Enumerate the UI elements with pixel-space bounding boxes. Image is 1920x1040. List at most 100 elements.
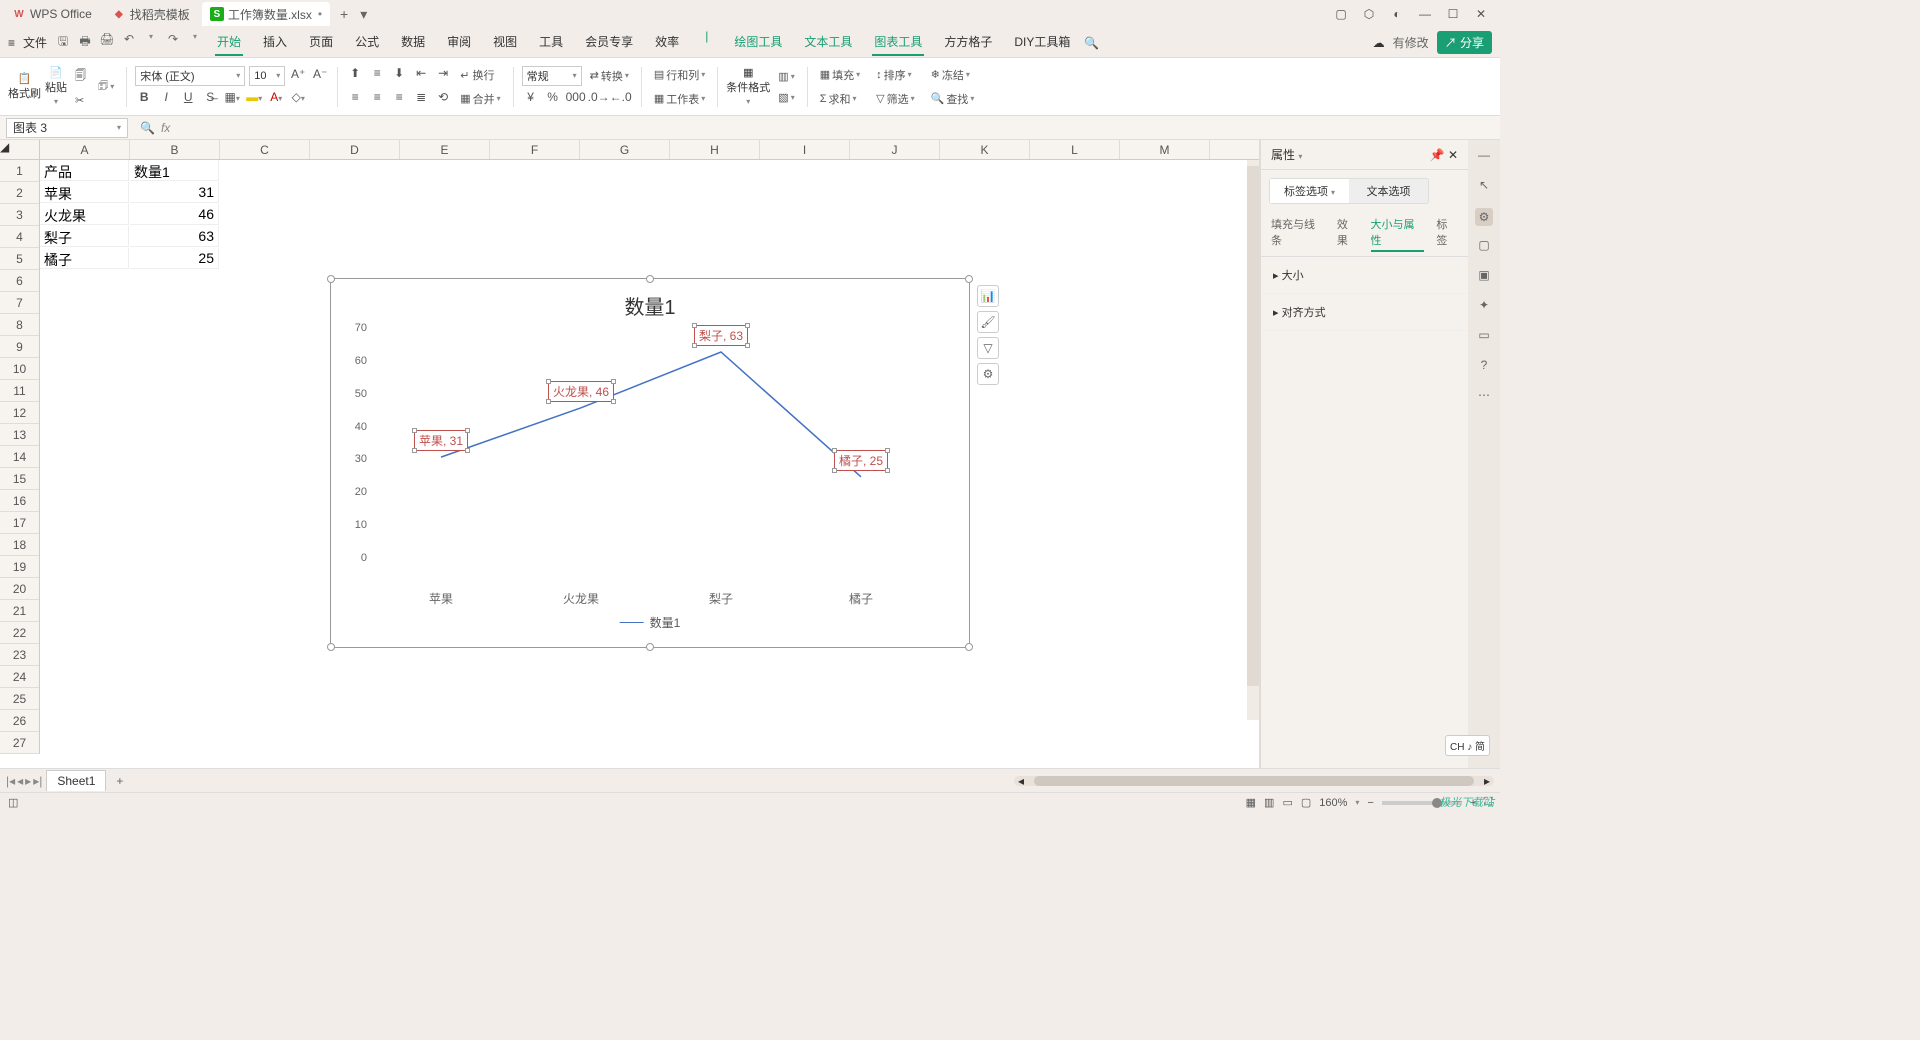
row-header-3[interactable]: 3	[0, 204, 39, 226]
comma[interactable]: 000	[566, 90, 584, 108]
redo-more[interactable]: ▾	[187, 32, 203, 53]
fill-button[interactable]: ▦ 填充▾	[816, 65, 864, 85]
tab-view[interactable]: 视图	[491, 29, 519, 56]
row-header-5[interactable]: 5	[0, 248, 39, 270]
row-header-22[interactable]: 22	[0, 622, 39, 644]
status-icon[interactable]: ◫	[8, 796, 18, 809]
cell-A4[interactable]: 梨子	[40, 226, 129, 247]
col-header-F[interactable]: F	[490, 140, 580, 159]
col-header-L[interactable]: L	[1030, 140, 1120, 159]
cell-A2[interactable]: 苹果	[40, 182, 129, 203]
sparkle-icon[interactable]: ✦	[1475, 298, 1493, 316]
col-header-G[interactable]: G	[580, 140, 670, 159]
chart-plot[interactable]: 010203040506070苹果火龙果梨子橘子苹果, 31火龙果, 46梨子,…	[371, 329, 949, 587]
properties-icon[interactable]: ⚙	[1475, 208, 1493, 226]
cell-B4[interactable]: 63	[130, 226, 219, 247]
cut-button[interactable]: ✂	[71, 92, 90, 109]
cell-A5[interactable]: 橘子	[40, 248, 129, 269]
cond-format-button[interactable]: ▦条件格式▾	[726, 66, 770, 107]
row-header-27[interactable]: 27	[0, 732, 39, 754]
app-tab-template[interactable]: ◆ 找稻壳模板	[104, 2, 198, 26]
row-header-19[interactable]: 19	[0, 556, 39, 578]
filter-button[interactable]: ▽ 筛选▾	[872, 89, 918, 109]
underline-button[interactable]: U	[179, 90, 197, 108]
chart-legend[interactable]: 数量1	[620, 614, 681, 631]
tab-draw-tools[interactable]: 绘图工具	[732, 29, 784, 56]
align-bottom[interactable]: ⬇	[390, 66, 408, 84]
view-normal-icon[interactable]: ▦	[1246, 796, 1256, 809]
subtab-effect[interactable]: 效果	[1337, 216, 1359, 252]
data-label[interactable]: 梨子, 63	[694, 325, 748, 346]
chart-title[interactable]: 数量1	[331, 291, 969, 320]
sheet-tab-1[interactable]: Sheet1	[46, 770, 106, 791]
indent-inc[interactable]: ⇥	[434, 66, 452, 84]
col-header-E[interactable]: E	[400, 140, 490, 159]
align-left[interactable]: ≡	[346, 90, 364, 108]
row-header-14[interactable]: 14	[0, 446, 39, 468]
tab-start[interactable]: 开始	[215, 29, 243, 56]
rowcol-button[interactable]: ▤ 行和列▾	[650, 65, 709, 85]
fx-zoom-icon[interactable]: 🔍	[140, 121, 155, 135]
more-icon[interactable]: ⋯	[1475, 388, 1493, 406]
sheet-area[interactable]: ◢ ABCDEFGHIJKLM 123456789101112131415161…	[0, 140, 1260, 768]
worksheet-button[interactable]: ▦ 工作表▾	[650, 89, 709, 109]
percent[interactable]: %	[544, 90, 562, 108]
indent-dec[interactable]: ⇤	[412, 66, 430, 84]
row-header-6[interactable]: 6	[0, 270, 39, 292]
share-button[interactable]: ↗ 分享	[1437, 31, 1492, 54]
tab-menu-button[interactable]: ▾	[354, 6, 373, 23]
row-header-15[interactable]: 15	[0, 468, 39, 490]
col-header-M[interactable]: M	[1120, 140, 1210, 159]
tab-add-button[interactable]: +	[334, 6, 354, 22]
select-all-corner[interactable]: ◢	[0, 140, 40, 160]
chart-filter-icon[interactable]: ▽	[977, 337, 999, 359]
zoom-out[interactable]: −	[1367, 797, 1373, 809]
dec-dec[interactable]: ←.0	[610, 90, 628, 108]
tab-diy[interactable]: DIY工具箱	[1012, 29, 1072, 56]
sort-button[interactable]: ↕ 排序▾	[872, 65, 918, 85]
horizontal-scrollbar[interactable]: ◂▸	[1014, 776, 1494, 786]
fill-color-button[interactable]: ◇▾	[289, 90, 307, 108]
tab-efficiency[interactable]: 效率	[653, 29, 681, 56]
highlight-button[interactable]: ▬▾	[245, 90, 263, 108]
number-format[interactable]: 常规▾	[522, 66, 582, 86]
zoom-level[interactable]: 160%	[1319, 797, 1347, 809]
data-label[interactable]: 橘子, 25	[834, 450, 888, 471]
font-decrease[interactable]: A⁻	[311, 67, 329, 85]
row-header-24[interactable]: 24	[0, 666, 39, 688]
row-header-11[interactable]: 11	[0, 380, 39, 402]
tab-formula[interactable]: 公式	[353, 29, 381, 56]
col-header-I[interactable]: I	[760, 140, 850, 159]
select-tool-icon[interactable]: ↖	[1475, 178, 1493, 196]
file-menu[interactable]: 文件	[23, 34, 47, 51]
cell-B2[interactable]: 31	[130, 182, 219, 203]
subtab-fill[interactable]: 填充与线条	[1271, 216, 1325, 252]
row-header-16[interactable]: 16	[0, 490, 39, 512]
subtab-label[interactable]: 标签	[1436, 216, 1458, 252]
row-header-1[interactable]: 1	[0, 160, 39, 182]
align-middle[interactable]: ≡	[368, 66, 386, 84]
cell-A3[interactable]: 火龙果	[40, 204, 129, 225]
undo-more[interactable]: ▾	[143, 32, 159, 53]
strike-button[interactable]: S̶	[201, 90, 219, 108]
col-header-H[interactable]: H	[670, 140, 760, 159]
view-break-icon[interactable]: ▭	[1282, 796, 1292, 809]
dec-inc[interactable]: .0→	[588, 90, 606, 108]
cloud-icon[interactable]: ☁	[1373, 36, 1385, 50]
avatar-icon[interactable]: ◐	[1388, 7, 1406, 21]
row-header-7[interactable]: 7	[0, 292, 39, 314]
row-header-4[interactable]: 4	[0, 226, 39, 248]
italic-button[interactable]: I	[157, 90, 175, 108]
cell-B1[interactable]: 数量1	[130, 160, 219, 181]
row-header-8[interactable]: 8	[0, 314, 39, 336]
font-color-button[interactable]: A▾	[267, 90, 285, 108]
col-header-D[interactable]: D	[310, 140, 400, 159]
copy-button[interactable]: 🗐	[71, 65, 90, 88]
redo-icon[interactable]: ↷	[165, 32, 181, 53]
border-button[interactable]: ▦▾	[223, 90, 241, 108]
col-header-C[interactable]: C	[220, 140, 310, 159]
col-header-K[interactable]: K	[940, 140, 1030, 159]
col-header-A[interactable]: A	[40, 140, 130, 159]
convert-button[interactable]: ⇄ 转换▾	[586, 66, 633, 86]
close-icon[interactable]: ✕	[1472, 7, 1490, 21]
